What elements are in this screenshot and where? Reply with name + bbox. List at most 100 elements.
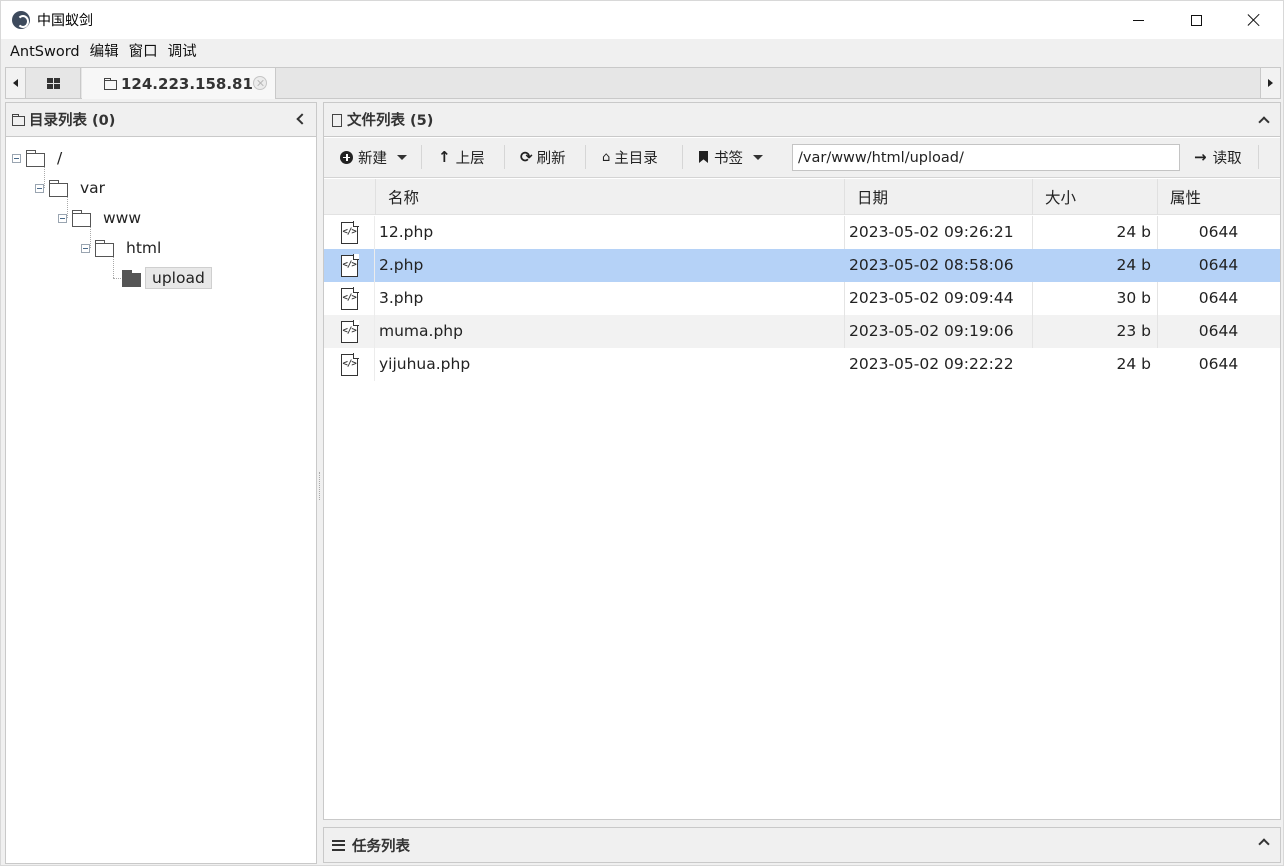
home-dir-button[interactable]: ⌂ 主目录 bbox=[602, 138, 658, 176]
file-icon-cell: </> bbox=[324, 348, 375, 381]
tab-scroll-right-button[interactable] bbox=[1260, 68, 1280, 98]
splitter-grip bbox=[319, 472, 320, 500]
column-header-name[interactable]: 名称 bbox=[375, 179, 844, 215]
arrow-right-icon: → bbox=[1194, 148, 1207, 166]
collapse-toggle-icon[interactable] bbox=[58, 213, 67, 223]
tab-scroll-left-button[interactable] bbox=[6, 68, 26, 98]
folder-icon bbox=[49, 179, 68, 197]
new-button[interactable]: 新建 bbox=[340, 138, 407, 176]
code-file-icon: </> bbox=[340, 319, 359, 343]
file-attr: 0644 bbox=[1198, 223, 1239, 241]
tab-label: 124.223.158.81 bbox=[121, 74, 253, 93]
directory-panel-title: 目录列表 (0) bbox=[29, 113, 116, 129]
task-panel-title: 任务列表 bbox=[352, 838, 410, 855]
plus-circle-icon bbox=[340, 150, 353, 164]
directory-panel: 目录列表 (0) / var www html upload bbox=[5, 102, 317, 864]
collapse-toggle-icon[interactable] bbox=[35, 183, 44, 193]
file-size: 24 b bbox=[1116, 223, 1152, 241]
column-header-attr[interactable]: 属性 bbox=[1157, 179, 1280, 215]
maximize-button[interactable] bbox=[1167, 1, 1225, 39]
file-size: 23 b bbox=[1116, 322, 1152, 340]
panel-splitter[interactable] bbox=[318, 102, 322, 864]
read-button[interactable]: → 读取 bbox=[1194, 138, 1242, 176]
close-icon bbox=[1247, 13, 1261, 27]
tree-node-upload[interactable]: upload bbox=[122, 266, 212, 290]
minimize-button[interactable] bbox=[1109, 1, 1167, 39]
refresh-icon: ⟳ bbox=[520, 148, 533, 166]
file-row[interactable]: </> muma.php 2023-05-02 09:19:06 23 b 06… bbox=[324, 315, 1280, 348]
menu-debug[interactable]: 调试 bbox=[163, 39, 202, 66]
folder-icon bbox=[95, 239, 114, 257]
file-toolbar: 新建 ↑ 上层 ⟳ 刷新 ⌂ 主目录 书签 /var/www/html/uplo… bbox=[324, 138, 1280, 178]
file-size: 30 b bbox=[1116, 289, 1152, 307]
collapse-toggle-icon[interactable] bbox=[81, 243, 90, 253]
path-input[interactable] bbox=[792, 144, 1180, 171]
folder-icon bbox=[12, 113, 25, 126]
close-button[interactable] bbox=[1225, 1, 1283, 39]
menu-window[interactable]: 窗口 bbox=[124, 39, 163, 66]
file-grid-header: 名称 日期 大小 属性 bbox=[324, 179, 1280, 215]
file-date: 2023-05-02 09:19:06 bbox=[849, 322, 1014, 340]
bookmark-label: 书签 bbox=[714, 150, 743, 167]
refresh-label: 刷新 bbox=[536, 150, 566, 167]
up-level-label: 上层 bbox=[455, 150, 485, 167]
file-size: 24 b bbox=[1116, 355, 1152, 373]
tree-node-var[interactable]: var bbox=[35, 176, 105, 200]
collapse-left-icon[interactable] bbox=[296, 113, 308, 125]
file-size: 24 b bbox=[1116, 256, 1152, 274]
read-label: 读取 bbox=[1212, 150, 1242, 167]
file-icon-cell: </> bbox=[324, 282, 375, 315]
toolbar-separator bbox=[504, 145, 505, 169]
file-panel-header: 文件列表 (5) bbox=[324, 103, 1280, 137]
home-dir-label: 主目录 bbox=[614, 150, 658, 167]
file-date: 2023-05-02 09:26:21 bbox=[849, 223, 1014, 241]
tree-node-label: upload bbox=[145, 267, 212, 289]
collapse-up-icon[interactable] bbox=[1258, 116, 1270, 128]
title-bar: 中国蚁剑 bbox=[1, 1, 1283, 39]
tree-node-root[interactable]: / bbox=[12, 146, 62, 170]
new-label: 新建 bbox=[358, 150, 387, 167]
tab-home[interactable] bbox=[27, 68, 81, 98]
cell-border bbox=[844, 216, 845, 249]
collapse-toggle-icon[interactable] bbox=[12, 153, 21, 163]
folder-icon bbox=[72, 209, 91, 227]
code-file-icon: </> bbox=[340, 220, 359, 244]
menu-antsword[interactable]: AntSword bbox=[5, 39, 85, 66]
cell-border bbox=[844, 315, 845, 348]
folder-icon bbox=[26, 149, 45, 167]
toolbar-separator bbox=[585, 145, 586, 169]
file-row[interactable]: </> yijuhua.php 2023-05-02 09:22:22 24 b… bbox=[324, 348, 1280, 381]
tree-node-www[interactable]: www bbox=[58, 206, 141, 230]
expand-up-icon[interactable] bbox=[1258, 838, 1270, 850]
tree-node-html[interactable]: html bbox=[81, 236, 161, 260]
up-level-button[interactable]: ↑ 上层 bbox=[438, 138, 485, 176]
column-header-date[interactable]: 日期 bbox=[844, 179, 1032, 215]
file-icon-cell: </> bbox=[324, 315, 375, 348]
home-icon: ⌂ bbox=[602, 149, 611, 165]
tab-bar: 124.223.158.81 bbox=[5, 67, 1281, 99]
toolbar-separator bbox=[682, 145, 683, 169]
cell-border bbox=[844, 282, 845, 315]
column-header-size[interactable]: 大小 bbox=[1032, 179, 1157, 215]
file-date: 2023-05-02 09:22:22 bbox=[849, 355, 1014, 373]
tab-close-icon[interactable] bbox=[253, 76, 267, 90]
bookmark-button[interactable]: 书签 bbox=[699, 138, 763, 176]
file-attr: 0644 bbox=[1198, 289, 1239, 307]
file-name: 3.php bbox=[379, 289, 424, 307]
file-row[interactable]: </> 2.php 2023-05-02 08:58:06 24 b 0644 bbox=[324, 249, 1280, 282]
antsword-window: 中国蚁剑 AntSword 编辑 窗口 调试 124.223.158.81 目录… bbox=[0, 0, 1284, 866]
maximize-icon bbox=[1190, 14, 1202, 26]
file-panel-title: 文件列表 (5) bbox=[347, 113, 434, 129]
file-row[interactable]: </> 12.php 2023-05-02 09:26:21 24 b 0644 bbox=[324, 216, 1280, 249]
menu-edit[interactable]: 编辑 bbox=[85, 39, 124, 66]
tab-shell-session[interactable]: 124.223.158.81 bbox=[82, 68, 276, 99]
tree-node-label: www bbox=[103, 209, 142, 227]
file-name: 2.php bbox=[379, 256, 424, 274]
grid-icon bbox=[47, 77, 60, 89]
folder-filled-icon bbox=[122, 269, 141, 287]
refresh-button[interactable]: ⟳ 刷新 bbox=[520, 138, 566, 176]
file-name: 12.php bbox=[379, 223, 434, 241]
chevron-down-icon bbox=[753, 154, 763, 160]
file-date: 2023-05-02 09:09:44 bbox=[849, 289, 1014, 307]
file-row[interactable]: </> 3.php 2023-05-02 09:09:44 30 b 0644 bbox=[324, 282, 1280, 315]
